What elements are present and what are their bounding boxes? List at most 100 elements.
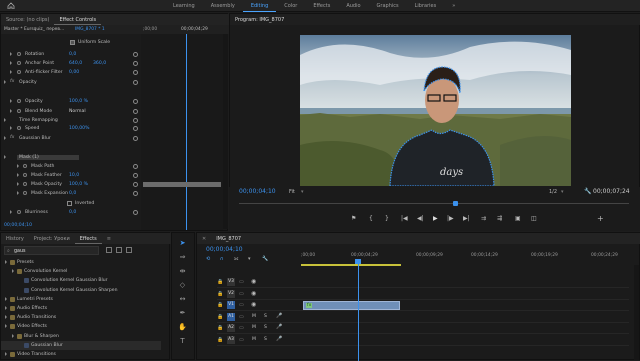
sync-lock-icon[interactable]: ▭ [239, 325, 244, 331]
fit-dropdown[interactable]: Fit [289, 189, 295, 195]
solo-button[interactable]: S [264, 337, 267, 342]
voiceover-icon[interactable]: 🎤 [276, 336, 282, 342]
nest-icon[interactable]: ⟲ [206, 256, 210, 262]
workspace-tab-learning[interactable]: Learning [165, 0, 203, 12]
resolution-chevron-icon[interactable]: ▾ [561, 189, 564, 195]
checkbox-icon[interactable] [67, 201, 72, 206]
stopwatch-icon[interactable] [17, 99, 21, 103]
reset-icon[interactable] [133, 182, 138, 187]
lock-icon[interactable]: 🔒 [217, 325, 223, 331]
insert-icon[interactable]: ⇉ [481, 215, 486, 222]
workspace-tab-assembly[interactable]: Assembly [203, 0, 243, 12]
program-title[interactable]: Program: IMG_8707 [230, 14, 289, 25]
track-v1[interactable]: 🔒 V1 ▭ ◉ [217, 300, 629, 311]
eye-icon[interactable]: ◉ [251, 301, 256, 308]
ec-row-opacity[interactable]: fx Opacity [1, 78, 229, 87]
workspace-tab-audio[interactable]: Audio [338, 0, 368, 12]
disclosure-triangle-icon[interactable] [4, 118, 6, 122]
disclosure-triangle-icon[interactable] [17, 191, 19, 195]
close-icon[interactable]: ✕ [197, 233, 211, 244]
disclosure-triangle-icon[interactable] [4, 80, 6, 84]
disclosure-triangle-icon[interactable] [10, 52, 12, 56]
stopwatch-icon[interactable] [17, 52, 21, 56]
effects-search-box[interactable]: ⌕ gaus [4, 246, 99, 255]
disclosure-triangle-icon[interactable] [12, 269, 14, 274]
track-target-a2[interactable]: A2 [227, 324, 235, 332]
sync-lock-icon[interactable]: ▭ [239, 314, 244, 320]
workspace-tab-color[interactable]: Color [276, 0, 305, 12]
workspace-tab-libraries[interactable]: Libraries [407, 0, 445, 12]
track-target-a3[interactable]: A3 [227, 335, 235, 344]
mute-button[interactable]: M [252, 314, 256, 319]
workspace-tab-effects[interactable]: Effects [305, 0, 338, 12]
disclosure-triangle-icon[interactable] [12, 333, 14, 338]
tab-project[interactable]: Project: Уроки [29, 233, 75, 244]
reset-icon[interactable] [133, 191, 138, 196]
disclosure-triangle-icon[interactable] [4, 155, 6, 159]
ec-timecode[interactable]: 00;00;04;10 [4, 223, 32, 228]
effects-item-gaussian-blur[interactable]: Gaussian Blur [1, 340, 161, 350]
home-icon[interactable] [7, 2, 15, 9]
add-marker-icon[interactable]: ▾ [248, 256, 251, 262]
resolution-dropdown[interactable]: 1/2 [549, 189, 557, 195]
stopwatch-icon[interactable] [17, 70, 21, 74]
stopwatch-icon[interactable] [17, 61, 21, 65]
fit-chevron-icon[interactable]: ▾ [301, 189, 304, 195]
accelerated-filter-icon[interactable] [106, 247, 112, 253]
track-target-v1[interactable]: V1 [227, 301, 235, 309]
disclosure-triangle-icon[interactable] [17, 182, 19, 186]
go-to-out-icon[interactable]: ▶| [463, 215, 470, 222]
ec-row-uniform-scale[interactable]: Uniform Scale [1, 38, 229, 47]
ec-row-speed[interactable]: Speed 100,00% [1, 124, 229, 133]
reset-icon[interactable] [133, 126, 138, 131]
effects-item-video-transitions[interactable]: Video Transitions [1, 350, 161, 359]
track-select-icon[interactable]: ⇒ [178, 253, 187, 262]
ec-value[interactable]: 0,00 [69, 70, 79, 75]
reset-icon[interactable] [133, 109, 138, 114]
pen-tool-icon[interactable]: ✒ [178, 309, 187, 318]
solo-button[interactable]: S [264, 325, 267, 330]
stopwatch-icon[interactable] [17, 126, 21, 130]
lock-icon[interactable]: 🔒 [217, 279, 223, 285]
track-v2[interactable]: 🔒 V2 ▭ ◉ [217, 289, 629, 300]
ec-row-mask-feather[interactable]: Mask Feather 10,0 [1, 171, 229, 180]
overwrite-icon[interactable]: ⇶ [497, 215, 502, 222]
disclosure-triangle-icon[interactable] [5, 315, 7, 320]
reset-icon[interactable] [133, 173, 138, 178]
disclosure-triangle-icon[interactable] [10, 210, 12, 214]
timeline-timecode[interactable]: 00;00;04;10 [206, 246, 243, 253]
effects-item-convolution-kernel[interactable]: Convolution Kernel [1, 267, 161, 276]
lock-icon[interactable]: 🔒 [217, 337, 223, 343]
reset-icon[interactable] [133, 70, 138, 75]
eye-icon[interactable]: ◉ [251, 290, 256, 297]
stopwatch-icon[interactable] [17, 109, 21, 113]
disclosure-triangle-icon[interactable] [5, 296, 7, 301]
type-tool-icon[interactable]: T [178, 337, 187, 346]
reset-icon[interactable] [133, 136, 138, 141]
tab-effects[interactable]: Effects [74, 233, 102, 244]
tab-effect-controls[interactable]: Effect Controls [54, 14, 102, 25]
ec-row-anchor-point[interactable]: Anchor Point 640,0 360,0 [1, 59, 229, 68]
sync-lock-icon[interactable]: ▭ [239, 337, 244, 343]
ec-value[interactable]: 0,0 [69, 191, 76, 196]
ec-value[interactable]: 0,0 [69, 210, 76, 215]
reset-icon[interactable] [133, 210, 138, 215]
disclosure-triangle-icon[interactable] [10, 70, 12, 74]
ec-row-opacity[interactable]: Opacity 100,0 % [1, 97, 229, 106]
program-video[interactable]: days [300, 35, 571, 186]
ec-value[interactable]: 100,0 % [69, 182, 88, 187]
disclosure-triangle-icon[interactable] [10, 126, 12, 130]
disclosure-triangle-icon[interactable] [5, 306, 7, 310]
disclosure-triangle-icon[interactable] [5, 324, 7, 329]
marker-icon[interactable]: ⚑ [351, 215, 356, 222]
ec-row-gaussian-blur[interactable]: fx Gaussian Blur [1, 134, 229, 143]
checkbox-icon[interactable] [70, 40, 75, 45]
effects-item-presets[interactable]: Presets [1, 258, 161, 267]
selection-tool-icon[interactable]: ➤ [178, 239, 187, 248]
slip-tool-icon[interactable]: ↔ [178, 295, 187, 304]
reset-icon[interactable] [133, 61, 138, 66]
ec-row-mask-expansion[interactable]: Mask Expansion 0,0 [1, 189, 229, 198]
track-v3[interactable]: 🔒 V3 ▭ ◉ [217, 277, 629, 288]
play-icon[interactable]: ▶ [433, 215, 438, 222]
more-workspaces-icon[interactable]: » [444, 0, 463, 12]
